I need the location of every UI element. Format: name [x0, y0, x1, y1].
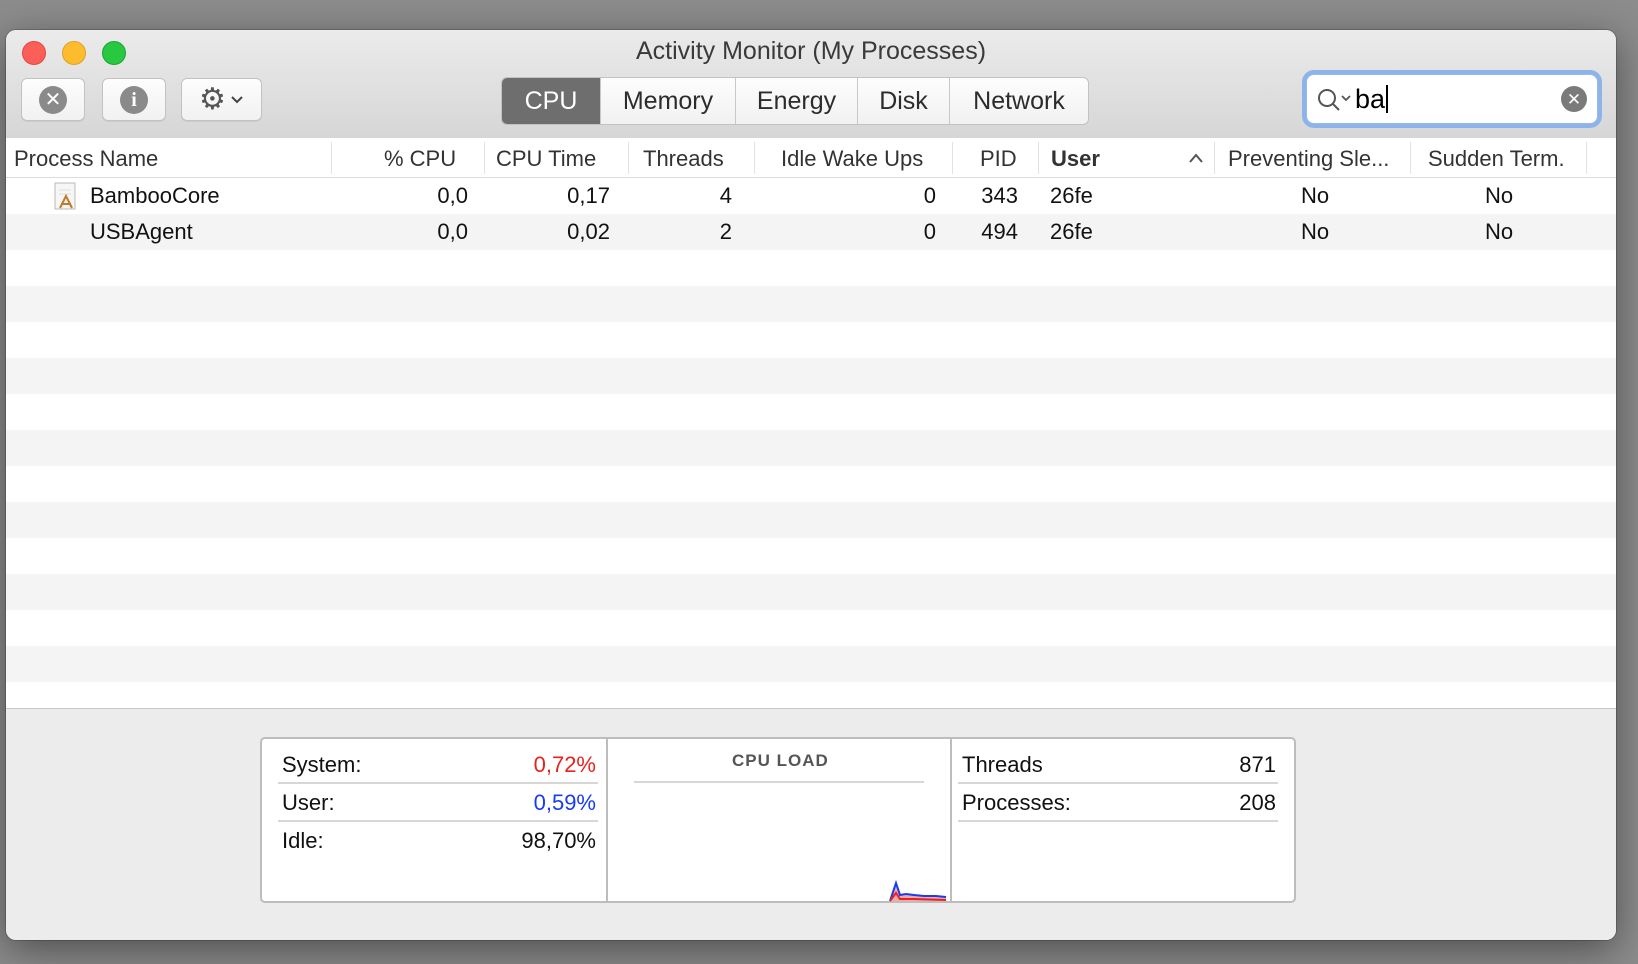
empty-row: [6, 322, 1616, 358]
table-row[interactable]: BambooCore 0,0 0,17 4 0 343 26fe No No: [6, 178, 1616, 214]
cpu-load-title: CPU LOAD: [732, 751, 829, 770]
empty-row: [6, 466, 1616, 502]
tab-disk[interactable]: Disk: [857, 78, 949, 124]
search-field[interactable]: ba ✕: [1306, 74, 1598, 124]
idle-wake-ups: 0: [923, 219, 936, 244]
clear-search-icon[interactable]: ✕: [1561, 86, 1587, 112]
gear-icon: ⚙: [199, 82, 226, 116]
empty-row: [6, 610, 1616, 646]
search-query: ba: [1355, 84, 1386, 114]
empty-row: [6, 538, 1616, 574]
tab-cpu[interactable]: CPU: [502, 78, 600, 124]
sort-ascending-icon: [1189, 153, 1203, 163]
thread-count: 4: [719, 183, 732, 208]
cpu-stats-box: System: 0,72% User: 0,59% Idle: 98,70% C…: [260, 737, 1296, 903]
empty-row: [6, 286, 1616, 322]
preventing-sleep: No: [1301, 219, 1330, 244]
preventing-sleep: No: [1301, 183, 1330, 208]
titlebar: Activity Monitor (My Processes) ✕ i ⚙ CP…: [6, 30, 1616, 139]
chevron-down-icon: [231, 95, 243, 103]
cpu-time: 0,02: [567, 219, 610, 244]
empty-row: [6, 574, 1616, 610]
system-label: System:: [282, 752, 362, 777]
column-cpu-time[interactable]: CPU Time: [496, 144, 596, 174]
column-idle-wake-ups[interactable]: Idle Wake Ups: [781, 144, 923, 174]
empty-row: [6, 358, 1616, 394]
tab-memory[interactable]: Memory: [600, 78, 735, 124]
user-label: User:: [282, 790, 335, 815]
tab-network[interactable]: Network: [949, 78, 1088, 124]
empty-row: [6, 502, 1616, 538]
sudden-term: No: [1485, 183, 1514, 208]
system-value: 0,72%: [533, 752, 596, 777]
user: 26fe: [1050, 183, 1093, 208]
column-sudden-term[interactable]: Sudden Term.: [1428, 144, 1565, 174]
cpu-load-graph: [889, 879, 947, 902]
processes-value: 208: [1239, 790, 1276, 815]
action-menu-button[interactable]: ⚙: [181, 78, 262, 121]
idle-label: Idle:: [282, 828, 324, 853]
cpu-percent: 0,0: [437, 183, 468, 208]
empty-row: [6, 646, 1616, 682]
empty-row: [6, 394, 1616, 430]
empty-row: [6, 250, 1616, 286]
thread-count: 2: [719, 219, 732, 244]
window-title: Activity Monitor (My Processes): [635, 37, 987, 65]
pid: 343: [981, 183, 1018, 208]
user-value: 0,59%: [533, 790, 596, 815]
threads-label: Threads: [962, 752, 1043, 777]
pid: 494: [981, 219, 1018, 244]
threads-value: 871: [1239, 752, 1276, 777]
processes-label: Processes:: [962, 790, 1071, 815]
column-pid[interactable]: PID: [980, 144, 1017, 174]
column-threads[interactable]: Threads: [643, 144, 724, 174]
info-icon: i: [120, 85, 148, 114]
empty-row: [6, 682, 1616, 708]
sudden-term: No: [1485, 219, 1514, 244]
search-icon: [1318, 89, 1351, 111]
x-circle-icon: ✕: [39, 85, 67, 114]
view-tabs: CPU Memory Energy Disk Network: [501, 77, 1089, 125]
inspect-process-button[interactable]: i: [102, 78, 166, 121]
app-document-icon: [54, 182, 76, 210]
process-name: BambooCore: [90, 183, 220, 208]
quit-process-button[interactable]: ✕: [21, 78, 85, 121]
column-cpu-percent[interactable]: % CPU: [384, 144, 456, 174]
empty-row: [6, 430, 1616, 466]
user: 26fe: [1050, 219, 1093, 244]
idle-wake-ups: 0: [923, 183, 936, 208]
text-caret: [1386, 85, 1389, 113]
idle-value: 98,70%: [521, 828, 596, 853]
table-header: Process Name % CPU CPU Time Threads Idle…: [6, 138, 1616, 178]
tab-energy[interactable]: Energy: [735, 78, 857, 124]
column-process-name[interactable]: Process Name: [14, 144, 158, 174]
cpu-time: 0,17: [567, 183, 610, 208]
activity-monitor-window: Activity Monitor (My Processes) ✕ i ⚙ CP…: [6, 30, 1616, 940]
cpu-percent: 0,0: [437, 219, 468, 244]
process-table: Process Name % CPU CPU Time Threads Idle…: [6, 138, 1616, 708]
table-row[interactable]: USBAgent 0,0 0,02 2 0 494 26fe No No: [6, 214, 1616, 250]
process-name: USBAgent: [90, 219, 193, 244]
summary-panel: System: 0,72% User: 0,59% Idle: 98,70% C…: [6, 708, 1616, 940]
column-user[interactable]: User: [1051, 144, 1100, 174]
column-preventing-sleep[interactable]: Preventing Sle...: [1228, 144, 1389, 174]
search-input[interactable]: ba: [1355, 84, 1389, 115]
